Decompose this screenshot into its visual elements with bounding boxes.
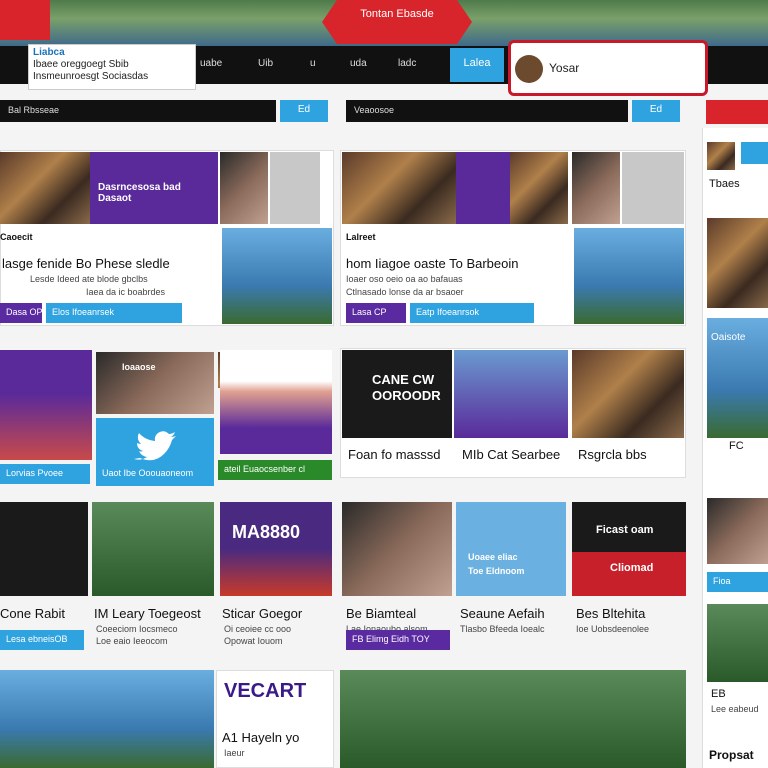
article-title[interactable]: Seaune Aefaih bbox=[460, 606, 545, 621]
vecart-logo[interactable]: VECART bbox=[224, 680, 306, 703]
article-image[interactable] bbox=[0, 502, 88, 596]
article-subtitle: Iaea da ic boabrdes bbox=[86, 287, 166, 297]
article-image[interactable] bbox=[572, 552, 686, 596]
sidebar: Tbaes Oaisote FC Fioa EB Lee eabeud Prop… bbox=[702, 128, 768, 768]
article-image[interactable] bbox=[456, 502, 566, 596]
sidebar-title[interactable]: Oaisote bbox=[711, 332, 745, 343]
sidebar-title[interactable]: Tbaes bbox=[709, 178, 740, 190]
dropdown-line: Insmeunroesgt Sociasdas bbox=[33, 71, 149, 82]
article-subtitle: Opowat Iouom bbox=[224, 636, 283, 646]
image-headline: Cliomad bbox=[610, 562, 654, 574]
article-banner[interactable]: Dasrncesosa bad Dasaot bbox=[90, 152, 218, 224]
category-pill[interactable]: Dasa OP bbox=[0, 303, 43, 323]
article-subtitle: Ctlnasado lonse da ar bsaoer bbox=[346, 287, 464, 297]
article-subtitle: Tlasbo Bfeeda Ioealc bbox=[460, 624, 545, 634]
sidebar-header bbox=[706, 100, 768, 124]
article-image[interactable] bbox=[454, 350, 568, 438]
article-title[interactable]: Foan fo masssd bbox=[348, 447, 441, 462]
article-image[interactable] bbox=[0, 152, 90, 224]
article-thumb[interactable] bbox=[220, 152, 268, 224]
article-subtitle: Ioe Uobsdeenolee bbox=[576, 624, 650, 634]
search-input[interactable] bbox=[549, 57, 699, 79]
sidebar-title[interactable]: Propsat bbox=[709, 748, 754, 762]
category-pill[interactable]: Lorvias Pvoee bbox=[0, 464, 90, 484]
sidebar-title[interactable]: FC bbox=[729, 440, 744, 452]
nav-item[interactable]: uda bbox=[350, 58, 367, 69]
article-image[interactable] bbox=[0, 670, 214, 768]
article-subtitle: Lesde Ideed ate blode gbclbs bbox=[30, 274, 148, 284]
sidebar-thumb[interactable] bbox=[741, 142, 768, 164]
category-pill[interactable]: Fioa bbox=[707, 572, 768, 592]
image-headline: CANE CW OOROODR bbox=[372, 372, 441, 403]
hero-badge[interactable]: Tontan Ebasde bbox=[322, 0, 472, 44]
article-tag: Lalreet bbox=[346, 232, 376, 242]
article-image[interactable] bbox=[342, 152, 456, 224]
nav-item[interactable]: Uib bbox=[258, 58, 273, 69]
article-image[interactable] bbox=[340, 670, 686, 768]
article-image[interactable] bbox=[342, 502, 452, 596]
filter-button[interactable]: Ed bbox=[280, 100, 328, 122]
article-thumb[interactable] bbox=[622, 152, 684, 224]
category-pill[interactable]: Lesa ebneisOB bbox=[0, 630, 84, 650]
dropdown-title: Liabca bbox=[33, 47, 65, 58]
article-image[interactable] bbox=[222, 228, 332, 324]
article-image[interactable] bbox=[92, 502, 214, 596]
nav-item[interactable]: ladc bbox=[398, 58, 416, 69]
article-image[interactable] bbox=[220, 350, 332, 454]
sidebar-subtitle: Lee eabeud bbox=[711, 704, 759, 714]
article-subtitle: Ioaer oso oeio oa ao bafauas bbox=[346, 274, 463, 284]
page: Tontan Ebasde uabe Uib u uda ladc Liabca… bbox=[0, 0, 768, 768]
article-thumb[interactable] bbox=[270, 152, 320, 224]
filter-select[interactable]: Bal Rbsseae bbox=[0, 100, 276, 122]
sidebar-image[interactable] bbox=[707, 218, 768, 308]
category-pill[interactable]: FB Elimg Eidh TOY bbox=[346, 630, 450, 650]
sidebar-image[interactable] bbox=[707, 604, 768, 682]
sidebar-image[interactable] bbox=[707, 498, 768, 564]
article-tag: Caoecit bbox=[0, 232, 33, 242]
article-title[interactable]: IM Leary Toegeost bbox=[94, 606, 201, 621]
category-pill[interactable]: Uaot Ibe Ooouaoneom bbox=[96, 464, 214, 484]
article-title[interactable]: A1 Hayeln yo bbox=[222, 730, 299, 745]
image-headline: Ficast oam bbox=[596, 524, 654, 536]
image-caption: Toe Eldnoom bbox=[468, 566, 525, 576]
avatar[interactable] bbox=[515, 55, 543, 83]
article-title[interactable]: Cone Rabit bbox=[0, 606, 65, 621]
hero-left-accent bbox=[0, 0, 50, 40]
image-caption: Uoaee eliac bbox=[468, 552, 518, 562]
article-subtitle: Oi ceoiee cc ooo bbox=[224, 624, 292, 634]
article-image[interactable] bbox=[456, 152, 510, 224]
article-title[interactable]: lasge fenide Bo Phese sledle bbox=[2, 256, 170, 271]
article-subtitle: Iaeur bbox=[224, 748, 245, 758]
article-title[interactable]: Sticar Goegor bbox=[222, 606, 302, 621]
nav-item-active[interactable]: Lalea bbox=[450, 48, 504, 82]
article-thumb[interactable] bbox=[572, 152, 620, 224]
image-caption: Ioaaose bbox=[122, 362, 156, 372]
article-image[interactable] bbox=[0, 350, 92, 460]
search-box[interactable] bbox=[508, 40, 708, 96]
dropdown-line: Ibaee oreggoegt Sbib bbox=[33, 59, 129, 70]
article-title[interactable]: Bes Bltehita bbox=[576, 606, 645, 621]
nav-dropdown[interactable]: Liabca Ibaee oreggoegt Sbib Insmeunroesg… bbox=[28, 44, 196, 90]
filter-select[interactable]: Veaoosoe bbox=[346, 100, 628, 122]
article-subtitle: Loe eaio Ieeocom bbox=[96, 636, 168, 646]
article-title[interactable]: hom Iiagoe oaste To Barbeoin bbox=[346, 256, 519, 271]
image-headline: MA8880 bbox=[232, 522, 301, 542]
sidebar-thumb[interactable] bbox=[707, 142, 735, 170]
article-image[interactable] bbox=[510, 152, 568, 224]
sidebar-title[interactable]: EB bbox=[711, 688, 726, 700]
article-title[interactable]: Be Biamteal bbox=[346, 606, 416, 621]
filter-button[interactable]: Ed bbox=[632, 100, 680, 122]
category-pill[interactable]: ateil Euaocsenber cl bbox=[218, 460, 332, 480]
category-pill[interactable]: Eatp Ifoeanrsok bbox=[410, 303, 534, 323]
article-title[interactable]: Rsgrcla bbs bbox=[578, 447, 647, 462]
article-image[interactable] bbox=[572, 350, 684, 438]
category-pill[interactable]: Elos Ifoeanrsek bbox=[46, 303, 182, 323]
category-pill[interactable]: Lasa CP bbox=[346, 303, 406, 323]
article-image[interactable] bbox=[574, 228, 684, 324]
article-title[interactable]: MIb Cat Searbee bbox=[462, 447, 560, 462]
article-image[interactable] bbox=[220, 502, 332, 596]
article-subtitle: Coeeciom Iocsmeco bbox=[96, 624, 178, 634]
nav-item[interactable]: uabe bbox=[200, 58, 222, 69]
nav-item[interactable]: u bbox=[310, 58, 316, 69]
